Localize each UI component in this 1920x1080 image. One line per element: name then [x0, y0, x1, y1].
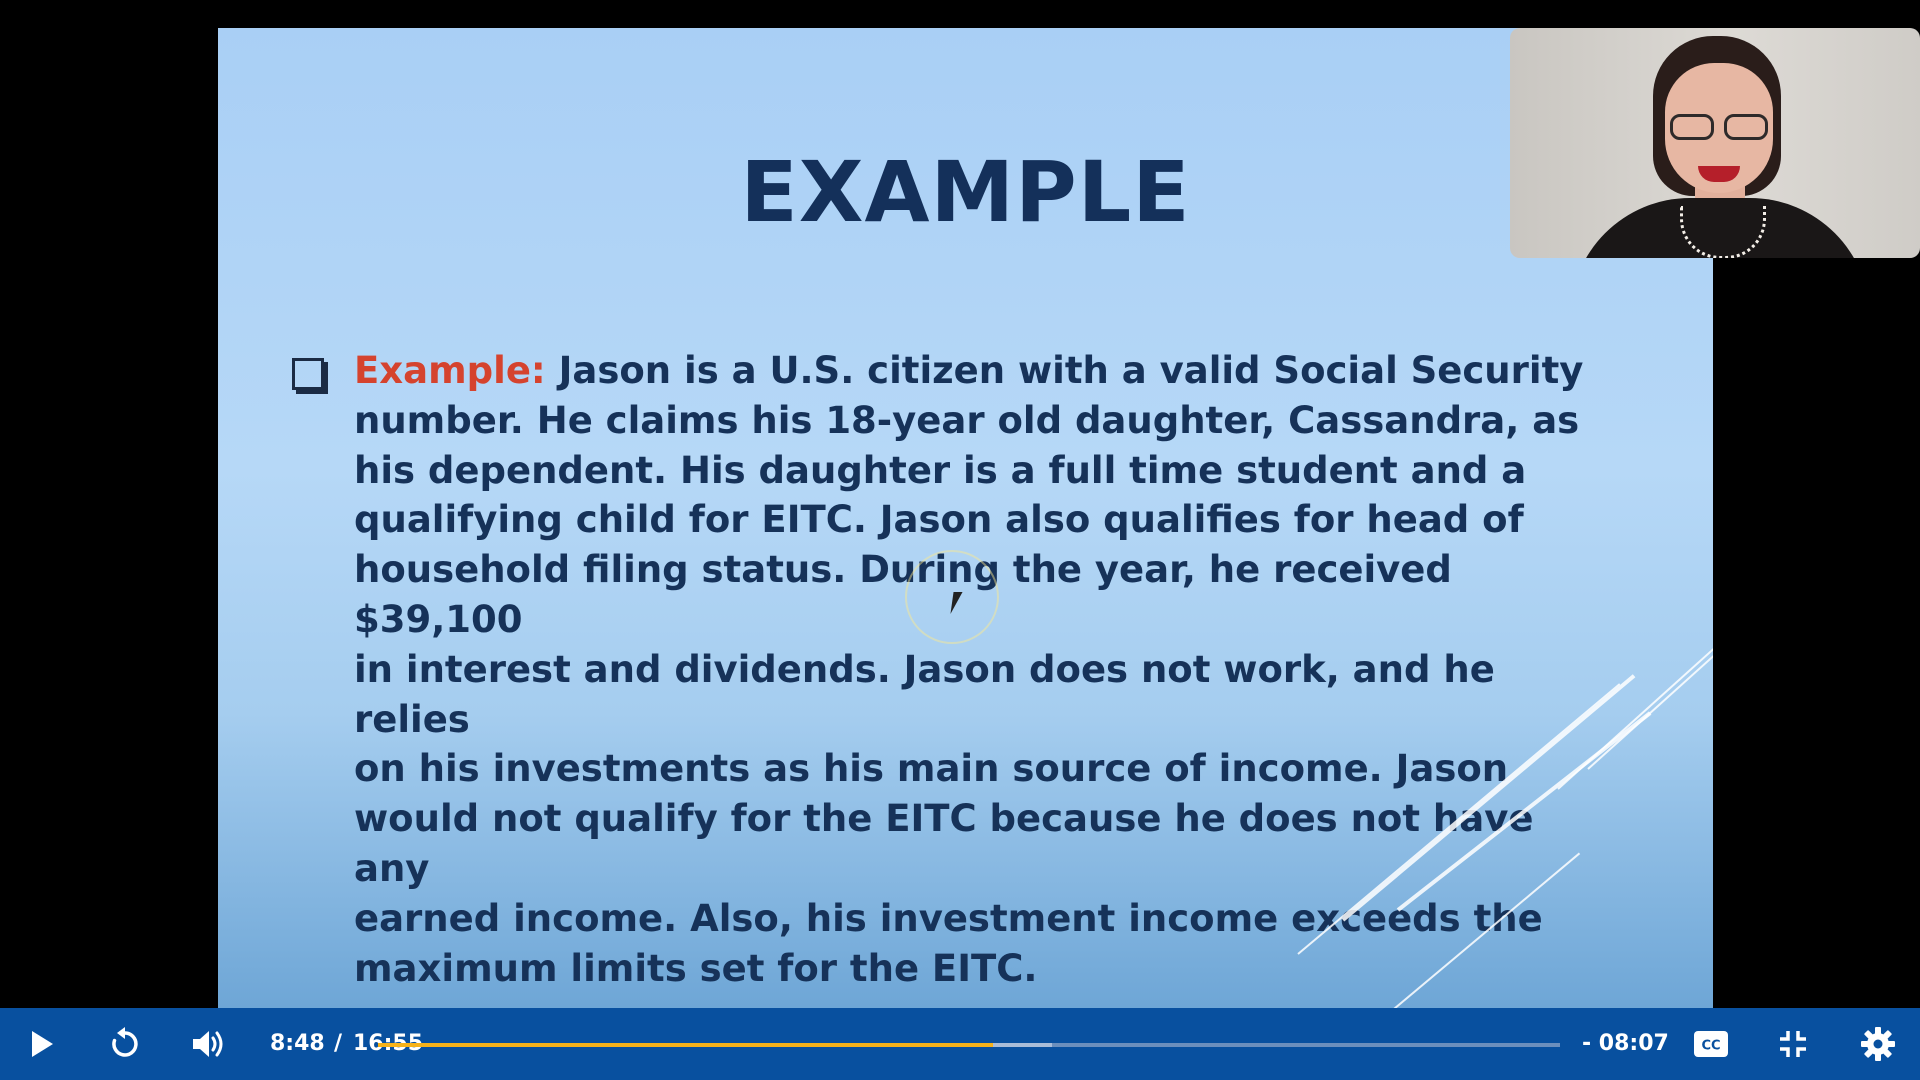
body-line: maximum limits set for the EITC.	[354, 946, 1038, 990]
remaining-time: - 08:07	[1582, 1031, 1669, 1056]
gear-icon	[1860, 1026, 1896, 1062]
checkbox-bullet-icon	[292, 358, 324, 390]
exit-fullscreen-icon	[1778, 1029, 1808, 1059]
example-label: Example:	[354, 349, 546, 392]
replay-button[interactable]	[103, 1022, 147, 1066]
current-time: 8:48	[270, 1031, 325, 1056]
svg-text:CC: CC	[1701, 1039, 1720, 1054]
volume-icon	[191, 1028, 227, 1060]
time-separator: /	[334, 1031, 343, 1056]
closed-captions-icon: CC	[1693, 1030, 1729, 1058]
body-line: in interest and dividends. Jason does no…	[354, 647, 1495, 741]
player-control-bar: 8:48 / 16:55 - 08:07 CC	[0, 1008, 1920, 1080]
video-player[interactable]: EXAMPLE Example: Jason is a U.S. citizen…	[0, 0, 1920, 1080]
body-line: number. He claims his 18-year old daught…	[354, 398, 1580, 442]
settings-button[interactable]	[1856, 1022, 1900, 1066]
body-line: his dependent. His daughter is a full ti…	[354, 448, 1527, 492]
presentation-slide: EXAMPLE Example: Jason is a U.S. citizen…	[218, 28, 1713, 1008]
body-line: earned income. Also, his investment inco…	[354, 896, 1543, 940]
decorative-line	[1587, 634, 1713, 770]
body-line: would not qualify for the EITC because h…	[354, 797, 1534, 890]
progress-bar[interactable]	[378, 1043, 1560, 1047]
body-line: on his investments as his main source of…	[354, 747, 1509, 791]
replay-icon	[108, 1027, 142, 1061]
progress-played	[378, 1043, 993, 1047]
presenter-webcam	[1510, 28, 1920, 258]
play-button[interactable]	[20, 1022, 64, 1066]
body-line: qualifying child for EITC. Jason also qu…	[354, 498, 1524, 542]
play-icon	[29, 1029, 55, 1059]
volume-button[interactable]	[187, 1022, 231, 1066]
slide-title: EXAMPLE	[740, 143, 1191, 241]
exit-fullscreen-button[interactable]	[1771, 1022, 1815, 1066]
mouse-cursor-icon	[950, 592, 972, 614]
presenter-glasses	[1668, 114, 1772, 142]
closed-captions-button[interactable]: CC	[1689, 1022, 1733, 1066]
body-line: Example: Jason is a U.S. citizen with a …	[354, 349, 1584, 392]
